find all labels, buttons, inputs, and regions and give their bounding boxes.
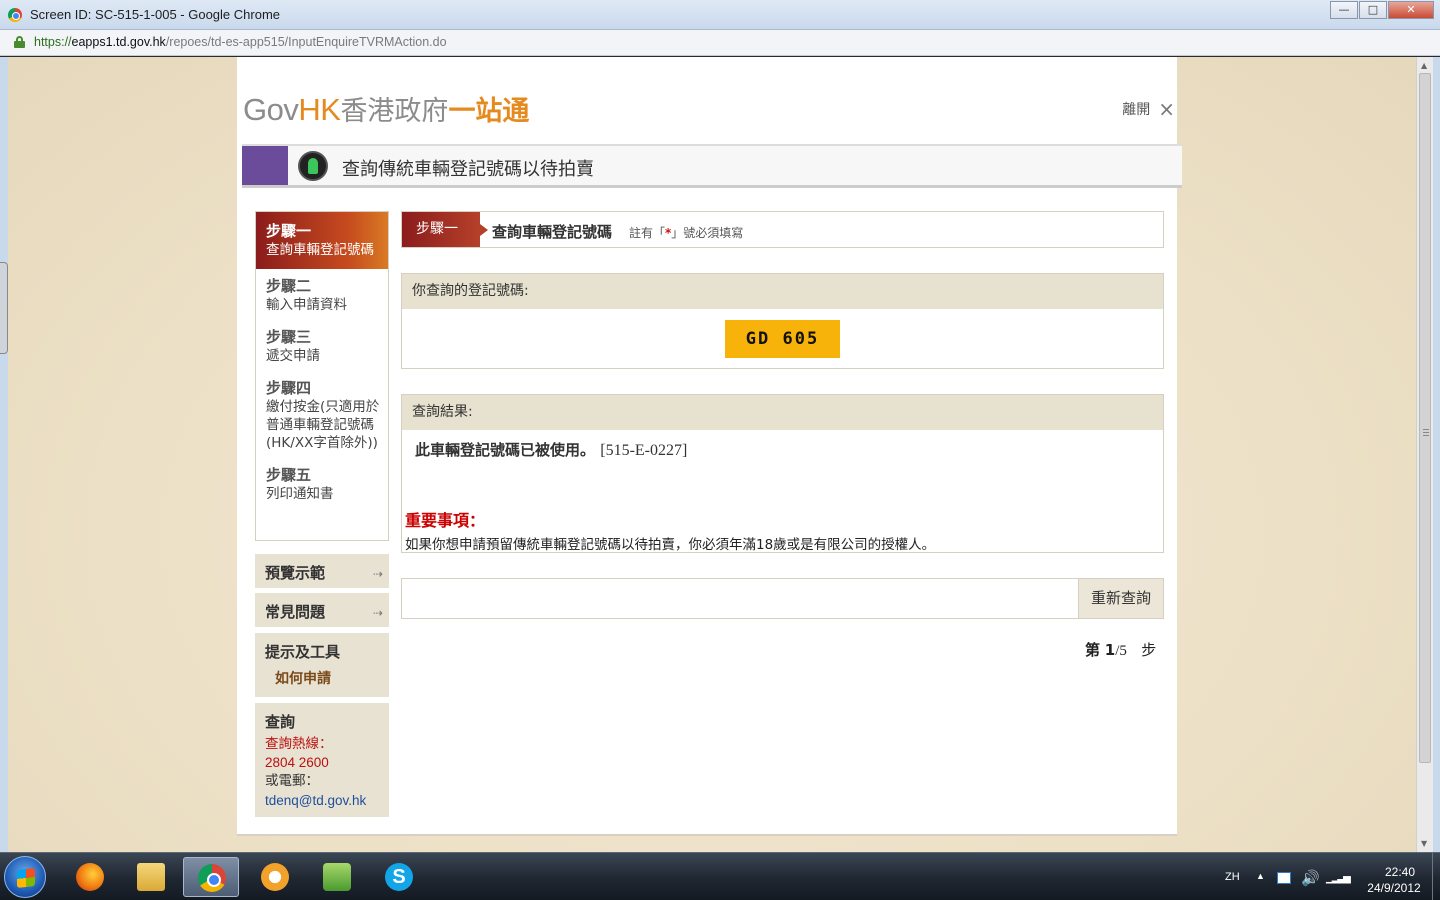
language-indicator[interactable]: ZH (1225, 871, 1240, 883)
step-name: 步驟二 (266, 277, 312, 295)
faq-label: 常見問題 (265, 603, 326, 621)
arrow-right-icon: ⇢ (372, 567, 383, 581)
inquiry-box: 查詢 查詢熱線： 2804 2600 或電郵： tdenq@td.gov.hk (255, 703, 389, 817)
step-desc: 遞交申請 (266, 348, 320, 364)
window-titlebar: Screen ID: SC-515-1-005 - Google Chrome … (0, 0, 1440, 30)
window-frame-left (0, 57, 8, 852)
scroll-down-icon[interactable]: ▼ (1421, 839, 1427, 848)
steps-sidebar: 步驟一 查詢車輛登記號碼 步驟二 輸入申請資料 步驟三 遞交申請 步驟四 繳付按… (255, 211, 389, 541)
page-title: 查詢傳統車輛登記號碼以待拍賣 (342, 159, 594, 180)
leave-button[interactable]: 離開 × (1122, 99, 1175, 119)
result-message: 此車輛登記號碼已被使用。 [515-E-0227] (415, 441, 688, 459)
address-bar[interactable]: https://eapps1.td.gov.hk/repoes/td-es-ap… (0, 30, 1440, 56)
taskbar: S ZH ▲ 🔊 ▁▂▃▅ 22:40 24/9/2012 (0, 852, 1440, 900)
start-button[interactable] (4, 856, 46, 898)
step-item-3: 步驟三 遞交申請 (256, 320, 388, 371)
important-notice: 重要事項： 如果你想申請預留傳統車輛登記號碼以待拍賣，你必須年滿18歲或是有限公… (405, 507, 935, 553)
side-handle[interactable] (0, 262, 8, 354)
taskbar-firefox[interactable] (62, 857, 118, 897)
important-text: 如果你想申請預留傳統車輛登記號碼以待拍賣，你必須年滿18歲或是有限公司的授權人。 (405, 537, 936, 553)
people-icon (323, 863, 351, 891)
step-pager: 第 1/5 步 (1085, 641, 1157, 659)
required-note: 註有「*」號必須填寫 (629, 226, 744, 240)
network-icon[interactable] (1277, 872, 1291, 884)
close-icon: × (1158, 97, 1175, 121)
hotline-number: 2804 2600 (265, 755, 329, 770)
step-desc: 列印通知書 (266, 486, 334, 502)
registration-plate: GD 605 (725, 320, 840, 358)
step-desc: 繳付按金(只適用於普通車輛登記號碼(HK/XX字首除外)) (266, 399, 380, 451)
step-heading: 查詢車輛登記號碼 (492, 223, 613, 241)
plate-panel: 你查詢的登記號碼: GD 605 (401, 273, 1164, 369)
scrollbar-thumb[interactable] (1419, 73, 1431, 763)
result-panel-label: 查詢結果: (402, 395, 1163, 430)
window-frame-right (1433, 57, 1440, 852)
requery-button[interactable]: 重新查詢 (1078, 579, 1163, 618)
maximize-button[interactable]: □ (1359, 1, 1387, 19)
windows-logo-icon (17, 868, 35, 888)
result-panel: 查詢結果: 此車輛登記號碼已被使用。 [515-E-0227] 重要事項： 如果… (401, 394, 1164, 553)
show-desktop-button[interactable] (1432, 853, 1440, 900)
show-hidden-icons-icon[interactable]: ▲ (1256, 871, 1265, 881)
step-desc: 輸入申請資料 (266, 297, 347, 313)
banner-accent (242, 146, 288, 185)
url-text[interactable]: https://eapps1.td.gov.hk/repoes/td-es-ap… (34, 35, 447, 49)
taskbar-skype[interactable]: S (371, 857, 427, 897)
step-item-1: 步驟一 查詢車輛登記號碼 (256, 212, 388, 269)
step-name: 步驟三 (266, 328, 312, 346)
service-banner: 查詢傳統車輛登記號碼以待拍賣 (242, 144, 1182, 188)
step-item-5: 步驟五 列印通知書 (256, 458, 388, 509)
step-item-2: 步驟二 輸入申請資料 (256, 269, 388, 320)
folder-icon (137, 863, 165, 891)
vertical-scrollbar[interactable]: ▲ ▼ (1416, 57, 1433, 852)
taskbar-media-player[interactable] (247, 857, 303, 897)
signal-icon[interactable]: ▁▂▃▅ (1326, 873, 1351, 884)
email-link[interactable]: tdenq@td.gov.hk (255, 791, 389, 810)
tips-tools-box: 提示及工具 如何申請 (255, 633, 389, 697)
clock-date[interactable]: 24/9/2012 (1354, 881, 1434, 895)
step-item-4: 步驟四 繳付按金(只適用於普通車輛登記號碼(HK/XX字首除外)) (256, 371, 388, 458)
close-window-button[interactable]: ✕ (1388, 1, 1434, 19)
traffic-light-icon (298, 151, 328, 181)
scroll-up-icon[interactable]: ▲ (1421, 61, 1427, 70)
plate-panel-label: 你查詢的登記號碼: (402, 274, 1163, 309)
action-bar: 重新查詢 (401, 578, 1164, 619)
govhk-logo[interactable]: GovHK香港政府一站通 (243, 89, 529, 128)
preview-demo-label: 預覽示範 (265, 564, 326, 582)
preview-demo-link[interactable]: 預覽示範 ⇢ (255, 554, 389, 588)
hotline-label: 查詢熱線： (265, 736, 333, 751)
leave-label: 離開 (1122, 102, 1151, 118)
how-to-apply-link[interactable]: 如何申請 (255, 662, 389, 688)
step-name: 步驟四 (266, 379, 312, 397)
clock-time[interactable]: 22:40 (1370, 865, 1430, 879)
skype-icon: S (385, 863, 413, 891)
page-container: GovHK香港政府一站通 離開 × 查詢傳統車輛登記號碼以待拍賣 步驟一 查詢車… (237, 57, 1182, 834)
email-label: 或電郵： (265, 773, 319, 789)
step-name: 步驟五 (266, 466, 312, 484)
inquiry-label: 查詢 (265, 713, 296, 731)
tips-label: 提示及工具 (265, 643, 341, 661)
firefox-icon (76, 863, 104, 891)
window-title: Screen ID: SC-515-1-005 - Google Chrome (30, 7, 281, 22)
taskbar-chrome[interactable] (183, 857, 239, 897)
step-name: 步驟一 (266, 222, 312, 240)
important-title: 重要事項： (405, 511, 486, 530)
volume-icon[interactable]: 🔊 (1301, 869, 1320, 887)
chrome-logo-icon (8, 8, 22, 22)
taskbar-contacts[interactable] (309, 857, 365, 897)
taskbar-explorer[interactable] (123, 857, 179, 897)
media-player-icon (261, 863, 289, 891)
step-desc: 查詢車輛登記號碼 (266, 242, 374, 258)
lock-icon (14, 36, 25, 48)
minimize-button[interactable]: — (1330, 1, 1358, 19)
faq-link[interactable]: 常見問題 ⇢ (255, 593, 389, 627)
page-footer-line (237, 834, 1177, 836)
arrow-right-icon: ⇢ (372, 606, 383, 620)
chrome-icon (198, 864, 226, 892)
step-header: 步驟一 查詢車輛登記號碼 註有「*」號必須填寫 (401, 211, 1164, 248)
step-tag: 步驟一 (402, 212, 488, 247)
page-viewport: GovHK香港政府一站通 離開 × 查詢傳統車輛登記號碼以待拍賣 步驟一 查詢車… (8, 57, 1416, 852)
